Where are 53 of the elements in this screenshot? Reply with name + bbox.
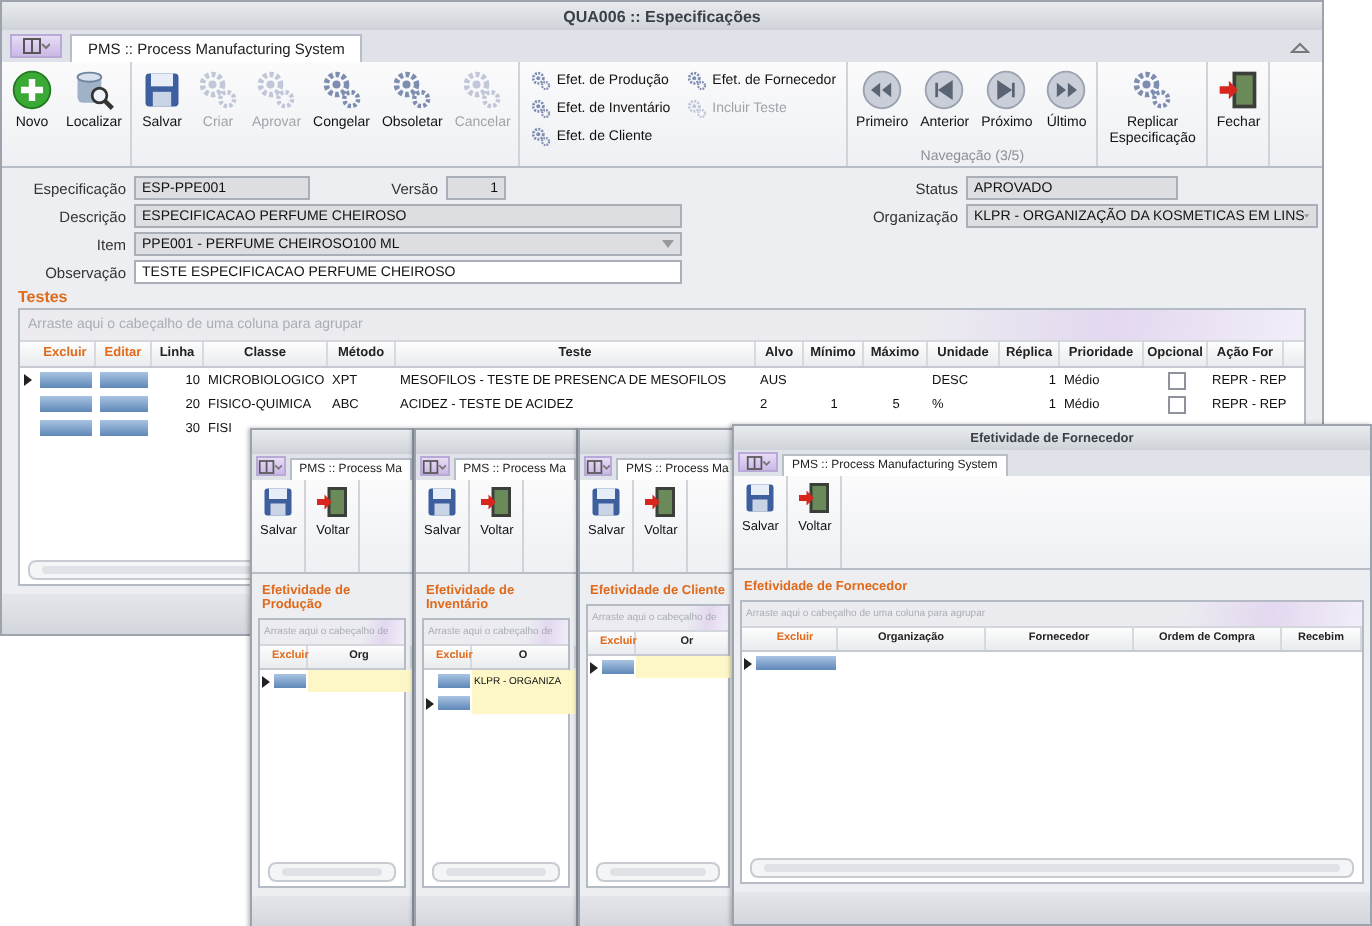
horizontal-scrollbar[interactable] [268,862,396,882]
exit-door-icon [478,484,515,520]
layout-icon [22,38,50,54]
gears-icon [530,69,553,91]
gears-icon [530,97,553,119]
row-action-button[interactable] [756,656,836,670]
app-menu-button[interactable] [738,452,778,472]
section-title: Testes [18,288,68,306]
layout-icon [746,455,770,469]
next-icon [984,68,1029,112]
exit-door-icon [642,484,679,520]
gears-icon [319,68,364,112]
row-action-button[interactable] [40,420,92,436]
horizontal-scrollbar[interactable] [596,862,720,882]
previous-icon [922,68,967,112]
skip-back-icon [860,68,905,112]
fast-forward-icon [1044,68,1089,112]
layout-icon [258,459,283,473]
app-menu-button[interactable] [256,456,286,476]
gears-icon [530,125,553,147]
gears-icon [1130,68,1175,112]
row-action-button[interactable] [100,420,148,436]
app-menu-button[interactable] [584,456,612,476]
checkbox[interactable] [1167,395,1185,413]
gears-icon [254,68,299,112]
window-title: QUA006 :: Especificações [563,7,761,25]
row-action-button[interactable] [602,660,634,674]
database-search-icon [72,68,116,112]
checkbox[interactable] [1167,371,1185,389]
collapse-icon[interactable] [1290,40,1310,56]
plus-icon [10,68,54,112]
gears-icon [686,69,709,91]
gears-icon [460,68,505,112]
row-action-button[interactable] [100,396,148,412]
exit-door-icon [314,484,351,520]
dropdown-arrow-icon [662,240,674,248]
exit-door-icon [796,480,833,516]
row-action-button[interactable] [40,396,92,412]
row-action-button[interactable] [40,372,92,388]
layout-icon [586,459,610,473]
horizontal-scrollbar[interactable] [750,858,1354,878]
app-menu-button[interactable] [10,34,62,58]
row-action-button[interactable] [100,372,148,388]
gears-icon [686,97,709,119]
exit-door-icon [1216,68,1261,112]
row-action-button[interactable] [438,696,470,710]
layout-icon [422,459,447,473]
gears-icon [196,68,241,112]
gears-icon [390,68,435,112]
row-action-button[interactable] [438,674,470,688]
horizontal-scrollbar[interactable] [432,862,560,882]
row-action-button[interactable] [274,674,306,688]
app-menu-button[interactable] [420,456,450,476]
